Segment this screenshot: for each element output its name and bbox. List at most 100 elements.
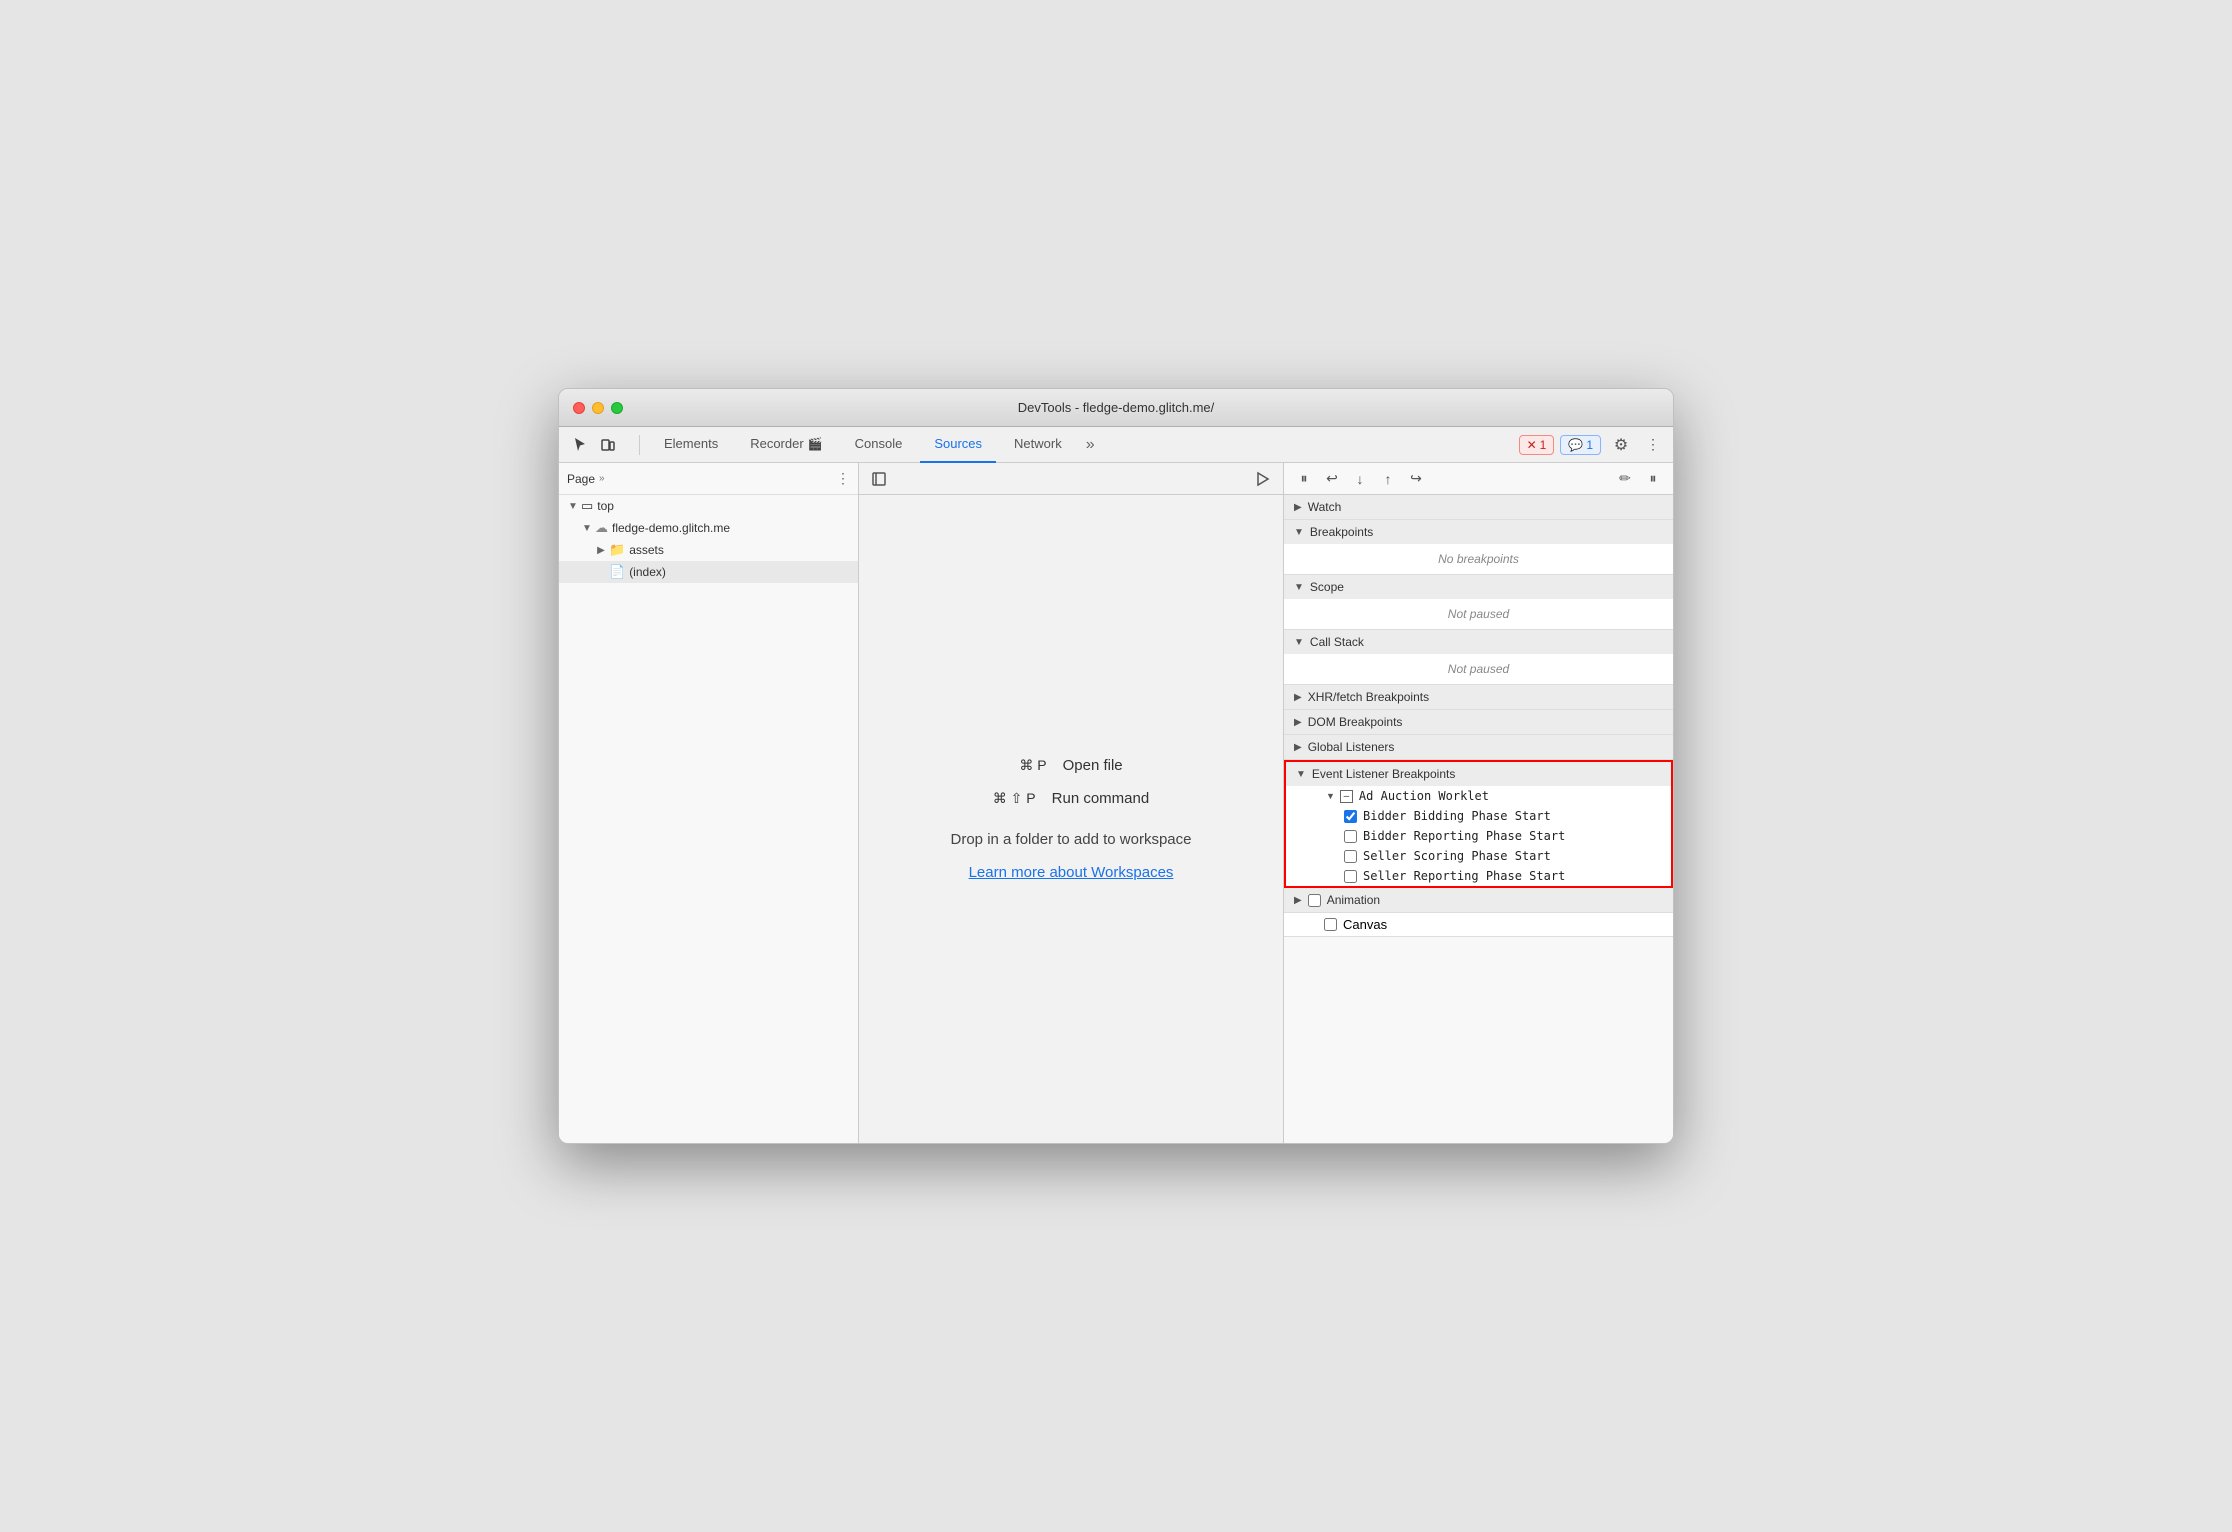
devtools-window: DevTools - fledge-demo.glitch.me/ Elemen… [558, 388, 1674, 1144]
sidebar-header-more[interactable]: » [599, 473, 605, 484]
section-scope: ▼ Scope Not paused [1284, 575, 1673, 630]
tree-label-top: top [597, 499, 614, 513]
step-out-icon[interactable]: ↑ [1376, 467, 1400, 491]
section-callstack-header[interactable]: ▼ Call Stack [1284, 630, 1673, 654]
section-canvas: Canvas [1284, 913, 1673, 937]
maximize-button[interactable] [611, 402, 623, 414]
more-options-icon[interactable]: ⋮ [1641, 431, 1665, 459]
tree-label-assets: assets [629, 543, 664, 557]
section-dom: ▶ DOM Breakpoints [1284, 710, 1673, 735]
run-script-icon[interactable] [1251, 467, 1275, 491]
error-badge-button[interactable]: ✕ 1 [1519, 435, 1555, 455]
section-event-listener-breakpoints: ▼ Event Listener Breakpoints ▼ – Ad Auct… [1284, 760, 1673, 888]
canvas-label: Canvas [1343, 917, 1387, 932]
tree-arrow-assets: ▶ [595, 544, 607, 556]
scope-arrow: ▼ [1294, 582, 1304, 593]
tree-arrow-fledge: ▼ [581, 522, 593, 534]
elb-checkbox-bidder-bidding[interactable] [1344, 810, 1357, 823]
elb-label-bidder-bidding: Bidder Bidding Phase Start [1363, 809, 1551, 823]
minimize-button[interactable] [592, 402, 604, 414]
cloud-icon-fledge: ☁ [595, 520, 608, 536]
animation-arrow: ▶ [1294, 895, 1302, 906]
shortcut2-label: Run command [1052, 790, 1150, 807]
elb-checkbox-bidder-reporting[interactable] [1344, 830, 1357, 843]
callstack-empty: Not paused [1448, 662, 1509, 676]
section-elb-header[interactable]: ▼ Event Listener Breakpoints [1286, 762, 1671, 786]
folder-icon-top: ▭ [581, 498, 593, 514]
section-scope-header[interactable]: ▼ Scope [1284, 575, 1673, 599]
settings-icon[interactable]: ⚙ [1607, 431, 1635, 459]
tab-network[interactable]: Network [1000, 427, 1076, 463]
section-breakpoints-header[interactable]: ▼ Breakpoints [1284, 520, 1673, 544]
section-global: ▶ Global Listeners [1284, 735, 1673, 760]
sidebar-more-options[interactable]: ⋮ [836, 470, 850, 487]
tree-item-assets[interactable]: ▶ 📁 assets [559, 539, 858, 561]
file-icon-index: 📄 [609, 564, 625, 580]
global-arrow: ▶ [1294, 742, 1302, 753]
debugger-toolbar: ⏸ ↩ ↓ ↑ ↪ ✏ ⏸ [1284, 463, 1673, 495]
tree-arrow-top: ▼ [567, 500, 579, 512]
section-xhr-header[interactable]: ▶ XHR/fetch Breakpoints [1284, 685, 1673, 709]
shortcut2-keys: ⌘ ⇧ P [993, 790, 1036, 807]
tab-sources[interactable]: Sources [920, 427, 996, 463]
hide-sidebar-icon[interactable] [867, 467, 891, 491]
elb-minus-icon: – [1340, 790, 1353, 803]
section-global-header[interactable]: ▶ Global Listeners [1284, 735, 1673, 759]
tree-item-fledge[interactable]: ▼ ☁ fledge-demo.glitch.me [559, 517, 858, 539]
elb-checkbox-seller-scoring[interactable] [1344, 850, 1357, 863]
section-animation-header[interactable]: ▶ Animation [1284, 888, 1673, 912]
elb-item-bidder-reporting[interactable]: Bidder Reporting Phase Start [1286, 826, 1671, 846]
tree-item-index[interactable]: ▶ 📄 (index) [559, 561, 858, 583]
tab-recorder[interactable]: Recorder 🎬 [736, 427, 836, 463]
scope-label: Scope [1310, 580, 1344, 594]
animation-label: Animation [1327, 893, 1380, 907]
workspace-link[interactable]: Learn more about Workspaces [969, 864, 1174, 881]
scope-body: Not paused [1284, 599, 1673, 629]
tab-elements[interactable]: Elements [650, 427, 732, 463]
step-icon[interactable]: ↪ [1404, 467, 1428, 491]
elb-section-label: Event Listener Breakpoints [1312, 767, 1455, 781]
section-xhr: ▶ XHR/fetch Breakpoints [1284, 685, 1673, 710]
shortcut1-keys: ⌘ P [1019, 757, 1046, 774]
center-toolbar [859, 463, 1283, 495]
callstack-label: Call Stack [1310, 635, 1364, 649]
canvas-checkbox[interactable] [1324, 918, 1337, 931]
cursor-icon[interactable] [567, 432, 593, 458]
elb-item-seller-scoring[interactable]: Seller Scoring Phase Start [1286, 846, 1671, 866]
window-title: DevTools - fledge-demo.glitch.me/ [1018, 400, 1215, 415]
dont-pause-exceptions-icon[interactable]: ⏸ [1641, 467, 1665, 491]
right-sections: ▶ Watch ▼ Breakpoints No breakpoints [1284, 495, 1673, 1143]
section-dom-header[interactable]: ▶ DOM Breakpoints [1284, 710, 1673, 734]
elb-item-seller-reporting[interactable]: Seller Reporting Phase Start [1286, 866, 1671, 886]
step-over-icon[interactable]: ↩ [1320, 467, 1344, 491]
pause-icon[interactable]: ⏸ [1292, 467, 1316, 491]
section-animation: ▶ Animation [1284, 888, 1673, 913]
section-breakpoints: ▼ Breakpoints No breakpoints [1284, 520, 1673, 575]
sidebar-header-label: Page [567, 472, 595, 486]
info-icon: 💬 [1568, 438, 1583, 452]
elb-label-seller-scoring: Seller Scoring Phase Start [1363, 849, 1551, 863]
tab-console[interactable]: Console [841, 427, 917, 463]
tree-item-top[interactable]: ▼ ▭ top [559, 495, 858, 517]
elb-checkbox-seller-reporting[interactable] [1344, 870, 1357, 883]
device-toolbar-icon[interactable] [595, 432, 621, 458]
more-tabs[interactable]: » [1080, 436, 1101, 454]
deactivate-breakpoints-icon[interactable]: ✏ [1613, 467, 1637, 491]
center-main: ⌘ P Open file ⌘ ⇧ P Run command Drop in … [859, 495, 1283, 1143]
callstack-body: Not paused [1284, 654, 1673, 684]
step-into-icon[interactable]: ↓ [1348, 467, 1372, 491]
breakpoints-arrow: ▼ [1294, 527, 1304, 538]
scope-empty: Not paused [1448, 607, 1509, 621]
close-button[interactable] [573, 402, 585, 414]
canvas-body: Canvas [1284, 913, 1673, 936]
elb-group-arrow: ▼ [1326, 791, 1335, 801]
section-watch-header[interactable]: ▶ Watch [1284, 495, 1673, 519]
folder-icon-assets: 📁 [609, 542, 625, 558]
xhr-label: XHR/fetch Breakpoints [1308, 690, 1429, 704]
elb-group-ad-auction[interactable]: ▼ – Ad Auction Worklet [1286, 786, 1671, 806]
animation-checkbox[interactable] [1308, 894, 1321, 907]
info-badge-button[interactable]: 💬 1 [1560, 435, 1601, 455]
traffic-lights [573, 402, 623, 414]
elb-item-bidder-bidding[interactable]: Bidder Bidding Phase Start [1286, 806, 1671, 826]
main-content: Page » ⋮ ▼ ▭ top ▼ ☁ fledge-demo.glitch.… [559, 463, 1673, 1143]
